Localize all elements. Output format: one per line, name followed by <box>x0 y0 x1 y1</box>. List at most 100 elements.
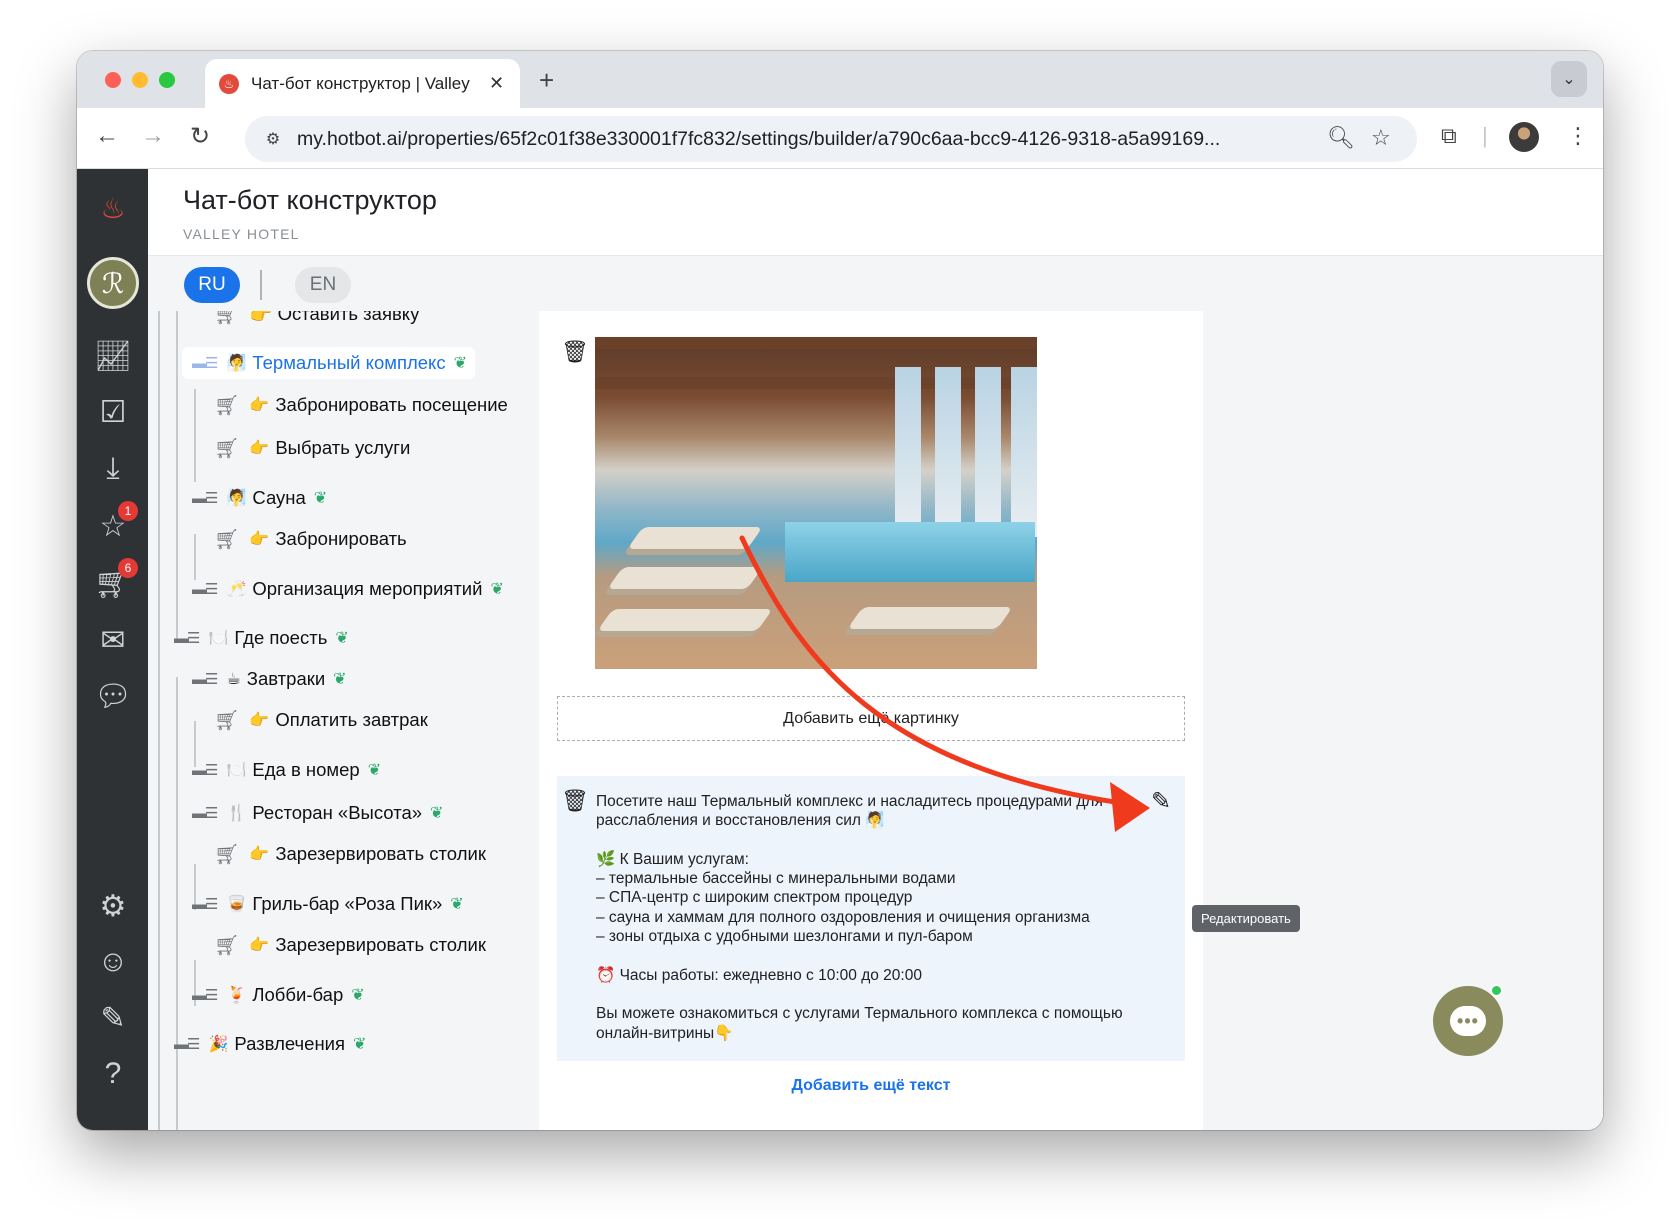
tree-item-emoji: 👉 <box>249 531 270 548</box>
new-tab-button[interactable]: + <box>539 65 554 96</box>
zoom-icon[interactable]: 🔍︎ <box>1327 125 1355 151</box>
message-text-line: Посетите наш Термальный комплекс и насла… <box>596 793 1103 810</box>
maximize-window-button[interactable] <box>159 72 175 88</box>
tree-item-emoji: 👉 <box>249 846 270 863</box>
close-window-button[interactable] <box>105 72 121 88</box>
tree-item-emoji: 🧖 <box>226 355 247 372</box>
tree-guide-line <box>194 389 196 482</box>
extensions-puzzle-icon[interactable]: ⧉ <box>1441 123 1457 149</box>
message-text-line <box>596 831 1126 850</box>
mail-envelope-icon[interactable]: ✉ <box>94 621 132 659</box>
menu-list-icon: ▬☰ <box>192 355 218 372</box>
url-text[interactable]: my.hotbot.ai/properties/65f2c01f38e33000… <box>297 128 1307 151</box>
cart-icon: 🛒︎ <box>214 843 240 866</box>
message-text-line: Вы можете ознакомиться с услугами Термал… <box>596 1005 1123 1023</box>
tree-item-menu[interactable]: ▬☰ 🥃 Гриль-бар «Роза Пик» ❦ <box>192 888 464 920</box>
tree-item-emoji: 👉 <box>249 397 270 414</box>
image-detail <box>935 367 961 537</box>
tree-item-menu[interactable]: ▬☰ 🥂 Организация мероприятий ❦ <box>192 573 504 605</box>
delete-text-trash-icon[interactable]: 🗑︎ <box>561 788 589 814</box>
chat-bubble-icon[interactable]: 💬︎ <box>94 677 132 715</box>
cart-icon: 🛒︎ <box>214 311 240 326</box>
message-text-line: ⏰ Часы работы: ежедневно с 10:00 до 20:0… <box>596 966 922 984</box>
tasks-check-icon[interactable]: ☑ <box>94 393 132 431</box>
tree-item-emoji: 🎉 <box>208 1036 229 1053</box>
tree-item-menu[interactable]: ▬☰ 🍹 Лобби-бар ❦ <box>192 979 365 1011</box>
lang-en-button[interactable]: EN <box>295 267 351 303</box>
tree-item-emoji: 🧖 <box>226 490 247 507</box>
tab-search-chevron-icon[interactable]: ⌄ <box>1551 61 1587 97</box>
tree-item-action[interactable]: 🛒︎ 👉 Оставить заявку <box>214 311 419 330</box>
chat-widget-button[interactable]: ••• <box>1433 986 1503 1056</box>
tree-item-label: Сауна <box>252 487 306 508</box>
browser-tab[interactable]: ♨ Чат-бот конструктор | Valley ✕ <box>205 59 520 108</box>
edit-pencil-icon[interactable]: ✎ <box>94 999 132 1037</box>
tree-item-action[interactable]: 🛒︎ 👉 Зарезервировать столик <box>214 929 486 961</box>
tree-item-label: Развлечения <box>234 1033 346 1054</box>
address-bar[interactable]: ⚙ my.hotbot.ai/properties/65f2c01f38e330… <box>245 116 1417 162</box>
tree-item-menu[interactable]: ▬☰ 🎉 Развлечения ❦ <box>174 1028 366 1060</box>
tree-item-action[interactable]: 🛒︎ 👉 Забронировать посещение <box>214 389 508 421</box>
tree-item-label: Оплатить завтрак <box>275 709 428 730</box>
tree-item-action[interactable]: 🛒︎ 👉 Выбрать услуги <box>214 432 410 464</box>
inbox-download-icon[interactable]: ⤓ <box>94 450 132 488</box>
orders-badge: 6 <box>118 558 138 578</box>
tree-item-menu-active[interactable]: ▬☰ 🧖 Термальный комплекс ❦ <box>182 347 476 379</box>
help-question-icon[interactable]: ? <box>94 1055 132 1093</box>
site-settings-icon[interactable]: ⚙ <box>259 125 287 153</box>
orders-cart-icon[interactable]: 🛒︎ 6 <box>94 558 138 602</box>
tree-item-emoji: 👉 <box>249 937 270 954</box>
forward-arrow-icon[interactable]: → <box>137 122 169 150</box>
edit-text-pencil-icon[interactable]: ✎ <box>1151 787 1171 816</box>
message-text-line: 🌿 К Вашим услугам: <box>596 850 749 868</box>
leaf-icon: ❦ <box>430 805 444 822</box>
menu-list-icon: ▬☰ <box>192 896 218 913</box>
tree-guide-line <box>176 677 178 1130</box>
menu-list-icon: ▬☰ <box>174 630 200 647</box>
preview-panel <box>1203 311 1603 1130</box>
settings-gear-icon[interactable]: ⚙ <box>94 887 132 925</box>
tree-item-menu[interactable]: ▬☰ 🧖 Сауна ❦ <box>192 482 327 514</box>
tree-item-action[interactable]: 🛒︎ 👉 Забронировать <box>214 523 407 555</box>
menu-list-icon: ▬☰ <box>192 987 218 1004</box>
image-detail <box>1011 367 1037 537</box>
account-user-icon[interactable]: ☺ <box>94 943 132 981</box>
message-text-line: – термальные бассейны с минеральными вод… <box>596 870 956 888</box>
bot-structure-tree: 🛒︎ 👉 Оставить заявку ▬☰ 🧖 Термальный ком… <box>148 311 538 1130</box>
tree-item-label: 👉 Оставить заявку <box>249 311 420 324</box>
message-image[interactable] <box>595 337 1037 669</box>
leaf-icon: ❦ <box>313 490 328 507</box>
add-text-button[interactable]: Добавить ещё текст <box>539 1077 1203 1095</box>
back-arrow-icon[interactable]: ← <box>91 122 123 150</box>
edit-tooltip: Редактировать <box>1192 905 1300 932</box>
hotbot-logo-icon[interactable]: ♨ <box>94 189 132 227</box>
tree-item-action[interactable]: 🛒︎ 👉 Зарезервировать столик <box>214 838 486 870</box>
delete-image-trash-icon[interactable]: 🗑︎ <box>561 339 589 365</box>
message-text-block[interactable]: 🗑︎ Посетите наш Термальный комплекс и на… <box>557 776 1185 1061</box>
hotel-logo-avatar[interactable]: ℛ <box>87 257 139 309</box>
chat-bubble-icon: ••• <box>1450 1006 1486 1036</box>
close-tab-icon[interactable]: ✕ <box>489 73 504 94</box>
lang-ru-button[interactable]: RU <box>184 267 240 303</box>
tree-item-menu[interactable]: ▬☰ 🍽️ Еда в номер ❦ <box>192 754 381 786</box>
image-detail <box>597 609 773 631</box>
bookmark-star-icon[interactable]: ☆ <box>1371 125 1391 151</box>
tree-item-label: Зарезервировать столик <box>275 934 486 955</box>
tree-guide-line <box>176 311 178 641</box>
analytics-chart-icon[interactable]: 📈︎ <box>94 337 132 375</box>
reload-icon[interactable]: ↻ <box>184 122 216 151</box>
tree-item-emoji: ☕ <box>226 671 241 688</box>
reviews-star-icon[interactable]: ☆ 1 <box>94 501 138 545</box>
tree-item-menu[interactable]: ▬☰ 🍽️ Где поесть ❦ <box>174 622 349 654</box>
tree-item-emoji: 🍹 <box>226 987 247 1004</box>
language-switcher: RU EN <box>148 256 1603 311</box>
tree-item-action[interactable]: 🛒︎ 👉 Оплатить завтрак <box>214 704 428 736</box>
add-image-button[interactable]: Добавить ещё картинку <box>557 696 1185 741</box>
tree-item-menu[interactable]: ▬☰ ☕ Завтраки ❦ <box>192 663 347 695</box>
browser-menu-icon[interactable]: ⋮ <box>1567 123 1589 149</box>
leaf-icon: ❦ <box>453 355 468 372</box>
tree-item-emoji: 🍽️ <box>226 762 247 779</box>
minimize-window-button[interactable] <box>132 72 148 88</box>
profile-avatar[interactable] <box>1509 122 1539 152</box>
tree-item-menu[interactable]: ▬☰ 🍴 Ресторан «Высота» ❦ <box>192 797 443 829</box>
